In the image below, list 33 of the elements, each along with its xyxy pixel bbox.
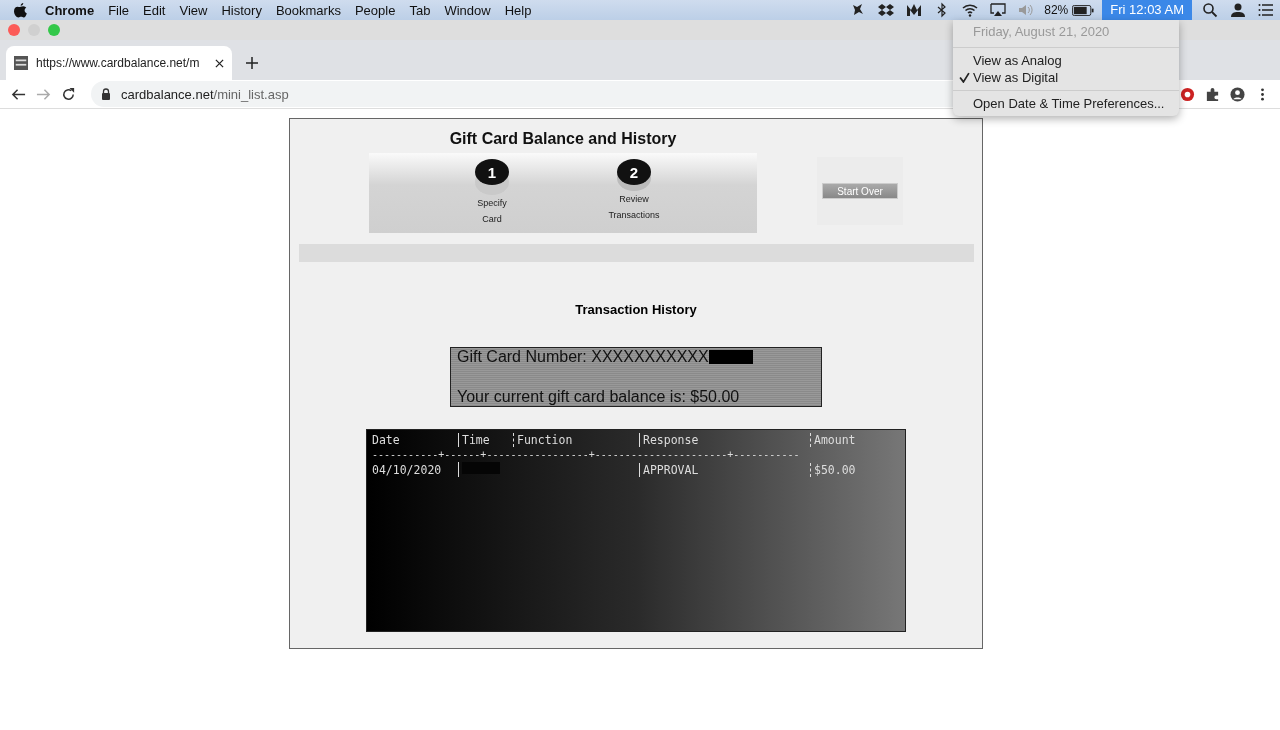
step-label: Specify	[477, 197, 507, 210]
menu-item[interactable]: Bookmarks	[275, 2, 341, 18]
menu-item[interactable]: View	[179, 2, 208, 18]
tab-title: https://www.cardbalance.net/m	[36, 56, 201, 70]
column-header: Amount	[810, 432, 856, 447]
column-header: Function	[513, 432, 639, 447]
balance-text: Your current gift card balance is: $50.00	[457, 388, 741, 406]
browser-tab[interactable]: https://www.cardbalance.net/m	[6, 46, 232, 80]
menu-item[interactable]: Edit	[143, 2, 166, 18]
menu-item[interactable]: Window	[444, 2, 491, 18]
menu-item[interactable]: View as Analog	[953, 52, 1179, 69]
menu-item[interactable]: Help	[504, 2, 532, 18]
menu-item[interactable]: People	[354, 2, 396, 18]
step-label: Transactions	[608, 209, 660, 222]
step-label: Review	[619, 193, 649, 206]
column-header: Date	[372, 432, 401, 447]
table-cell-text: 04/10/2020	[372, 462, 443, 477]
menu-item[interactable]: File	[108, 2, 130, 18]
column-header: Time	[458, 432, 513, 447]
separator-line: -----------+------+-----------------+----------------------+-----------	[372, 448, 801, 462]
section-title: Transaction History	[575, 302, 697, 317]
menu-clock[interactable]: Fri 12:03 AM	[1102, 0, 1192, 20]
menu-item[interactable]: Chrome	[45, 2, 95, 18]
column-header: Response	[639, 432, 810, 447]
menu-item[interactable]: Tab	[409, 2, 431, 18]
table-cell: $50.00	[810, 462, 856, 477]
table-cell: APPROVAL	[639, 462, 810, 477]
step-label: Card	[482, 213, 502, 226]
menu-date: Friday, August 21, 2020	[972, 23, 1111, 41]
card-number: Gift Card Number: XXXXXXXXXXX	[457, 348, 709, 366]
menu-item[interactable]: History	[221, 2, 262, 18]
page-title: Gift Card Balance and History	[449, 130, 677, 148]
battery-percentage: 82%	[1044, 3, 1069, 17]
